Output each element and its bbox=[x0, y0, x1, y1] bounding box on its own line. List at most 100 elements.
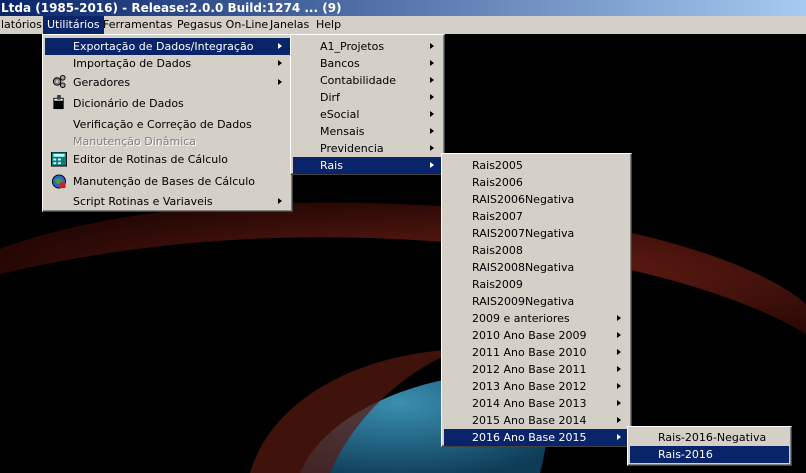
window-title: Ltda (1985-2016) - Release:2.0.0 Build:1… bbox=[1, 1, 342, 15]
menu-item-contabilidade[interactable]: Contabilidade bbox=[293, 72, 442, 89]
exportacao-submenu: A1_Projetos Bancos Contabilidade Dirf eS… bbox=[290, 34, 445, 175]
menu-item-rais2006[interactable]: Rais2006 bbox=[444, 174, 629, 191]
menu-item-label: Exportação de Dados/Integração bbox=[73, 40, 254, 53]
menu-item-rais-2016-negativa[interactable]: Rais-2016-Negativa bbox=[630, 429, 789, 446]
menu-item-manutencao-bases[interactable]: Manutenção de Bases de Cálculo bbox=[45, 172, 290, 192]
menu-item-rais2008negativa[interactable]: RAIS2008Negativa bbox=[444, 259, 629, 276]
menu-item-label: RAIS2006Negativa bbox=[472, 193, 575, 206]
submenu-arrow-icon bbox=[617, 383, 621, 389]
title-bar: Ltda (1985-2016) - Release:2.0.0 Build:1… bbox=[0, 0, 806, 16]
menu-item-2015-ano-base-2014[interactable]: 2015 Ano Base 2014 bbox=[444, 412, 629, 429]
menu-item-label: Rais2009 bbox=[472, 278, 523, 291]
menu-item-label: Rais2005 bbox=[472, 159, 523, 172]
menu-item-label: 2011 Ano Base 2010 bbox=[472, 346, 587, 359]
menu-item-rais2009negativa[interactable]: RAIS2009Negativa bbox=[444, 293, 629, 310]
ano-base-2015-submenu: Rais-2016-Negativa Rais-2016 bbox=[627, 426, 792, 466]
menu-item-2014-ano-base-2013[interactable]: 2014 Ano Base 2013 bbox=[444, 395, 629, 412]
menu-item-rais2005[interactable]: Rais2005 bbox=[444, 157, 629, 174]
menu-item-2013-ano-base-2012[interactable]: 2013 Ano Base 2012 bbox=[444, 378, 629, 395]
submenu-arrow-icon bbox=[430, 162, 434, 168]
menu-item-2016-ano-base-2015[interactable]: 2016 Ano Base 2015 bbox=[444, 429, 629, 446]
menu-item-rais2009[interactable]: Rais2009 bbox=[444, 276, 629, 293]
rais-submenu: Rais2005 Rais2006 RAIS2006Negativa Rais2… bbox=[441, 153, 632, 447]
calculator-editor-icon bbox=[51, 152, 67, 167]
menu-item-label: 2015 Ano Base 2014 bbox=[472, 414, 587, 427]
submenu-arrow-icon bbox=[617, 366, 621, 372]
menu-item-rais2006negativa[interactable]: RAIS2006Negativa bbox=[444, 191, 629, 208]
menu-item-dicionario[interactable]: Dicionário de Dados bbox=[45, 94, 290, 113]
menu-item-label: Rais2008 bbox=[472, 244, 523, 257]
menu-item-2010-ano-base-2009[interactable]: 2010 Ano Base 2009 bbox=[444, 327, 629, 344]
menu-item-geradores[interactable]: Geradores bbox=[45, 73, 290, 92]
menu-item-label: Verificação e Correção de Dados bbox=[73, 118, 252, 131]
menubar-relatorios[interactable]: latórios bbox=[0, 16, 46, 34]
submenu-arrow-icon bbox=[617, 315, 621, 321]
menu-item-verificacao[interactable]: Verificação e Correção de Dados bbox=[45, 116, 290, 133]
menubar-pegasus-online[interactable]: Pegasus On-Line bbox=[173, 16, 272, 34]
menu-item-label: eSocial bbox=[320, 108, 360, 121]
menubar-ferramentas[interactable]: Ferramentas bbox=[99, 16, 176, 34]
menu-item-bancos[interactable]: Bancos bbox=[293, 55, 442, 72]
menu-bar: latórios Utilitários Ferramentas Pegasus… bbox=[0, 16, 806, 34]
menu-item-rais2007[interactable]: Rais2007 bbox=[444, 208, 629, 225]
menu-item-label: Rais2007 bbox=[472, 210, 523, 223]
menu-item-2009-e-anteriores[interactable]: 2009 e anteriores bbox=[444, 310, 629, 327]
menu-item-label: Rais bbox=[320, 159, 343, 172]
menu-item-esocial[interactable]: eSocial bbox=[293, 106, 442, 123]
menu-item-label: Rais-2016-Negativa bbox=[658, 431, 767, 444]
menu-item-2011-ano-base-2010[interactable]: 2011 Ano Base 2010 bbox=[444, 344, 629, 361]
submenu-arrow-icon bbox=[617, 434, 621, 440]
menu-item-script-rotinas[interactable]: Script Rotinas e Variaveis bbox=[45, 193, 290, 210]
menu-item-a1-projetos[interactable]: A1_Projetos bbox=[293, 38, 442, 55]
menu-item-rais2007negativa[interactable]: RAIS2007Negativa bbox=[444, 225, 629, 242]
menu-item-editor-rotinas[interactable]: Editor de Rotinas de Cálculo bbox=[45, 150, 290, 170]
menubar-janelas[interactable]: Janelas bbox=[266, 16, 313, 34]
utilitarios-menu: Exportação de Dados/Integração Importaçã… bbox=[42, 34, 293, 212]
menu-item-label: 2010 Ano Base 2009 bbox=[472, 329, 587, 342]
menu-item-label: A1_Projetos bbox=[320, 40, 385, 53]
menu-item-label: Script Rotinas e Variaveis bbox=[73, 195, 213, 208]
menu-item-label: RAIS2009Negativa bbox=[472, 295, 575, 308]
menu-item-label: Dicionário de Dados bbox=[73, 97, 184, 110]
menu-item-label: Rais-2016 bbox=[658, 448, 713, 461]
menu-item-importacao[interactable]: Importação de Dados bbox=[45, 55, 290, 72]
menu-item-label: Previdencia bbox=[320, 142, 384, 155]
menu-item-rais2008[interactable]: Rais2008 bbox=[444, 242, 629, 259]
menubar-help[interactable]: Help bbox=[312, 16, 345, 34]
menu-item-rais[interactable]: Rais bbox=[293, 157, 442, 174]
menu-item-label: 2009 e anteriores bbox=[472, 312, 570, 325]
menu-item-label: Importação de Dados bbox=[73, 57, 192, 70]
menu-item-label: Manutenção Dinâmica bbox=[73, 135, 197, 148]
menu-item-label: 2012 Ano Base 2011 bbox=[472, 363, 587, 376]
submenu-arrow-icon bbox=[278, 43, 282, 49]
menu-item-label: RAIS2007Negativa bbox=[472, 227, 575, 240]
menu-item-rais-2016[interactable]: Rais-2016 bbox=[630, 446, 789, 463]
menu-item-label: Geradores bbox=[73, 76, 131, 89]
menu-item-manutencao-dinamica: Manutenção Dinâmica bbox=[45, 133, 290, 150]
submenu-arrow-icon bbox=[278, 60, 282, 66]
menu-item-exportacao[interactable]: Exportação de Dados/Integração bbox=[45, 38, 290, 55]
menu-item-label: Bancos bbox=[320, 57, 360, 70]
menu-item-2012-ano-base-2011[interactable]: 2012 Ano Base 2011 bbox=[444, 361, 629, 378]
menubar-utilitarios[interactable]: Utilitários bbox=[43, 16, 104, 34]
submenu-arrow-icon bbox=[617, 417, 621, 423]
submenu-arrow-icon bbox=[617, 332, 621, 338]
submenu-arrow-icon bbox=[278, 198, 282, 204]
menu-item-label: Contabilidade bbox=[320, 74, 397, 87]
menu-item-previdencia[interactable]: Previdencia bbox=[293, 140, 442, 157]
submenu-arrow-icon bbox=[430, 60, 434, 66]
submenu-arrow-icon bbox=[278, 79, 282, 85]
menu-item-label: 2013 Ano Base 2012 bbox=[472, 380, 587, 393]
menu-item-label: 2016 Ano Base 2015 bbox=[472, 431, 587, 444]
menu-item-label: Rais2006 bbox=[472, 176, 523, 189]
menu-item-label: Editor de Rotinas de Cálculo bbox=[73, 153, 229, 166]
menu-item-label: 2014 Ano Base 2013 bbox=[472, 397, 587, 410]
menu-item-dirf[interactable]: Dirf bbox=[293, 89, 442, 106]
globe-database-icon bbox=[51, 174, 67, 189]
submenu-arrow-icon bbox=[617, 349, 621, 355]
menu-item-label: RAIS2008Negativa bbox=[472, 261, 575, 274]
menu-item-label: Manutenção de Bases de Cálculo bbox=[73, 175, 256, 188]
submenu-arrow-icon bbox=[430, 94, 434, 100]
menu-item-label: Mensais bbox=[320, 125, 365, 138]
menu-item-mensais[interactable]: Mensais bbox=[293, 123, 442, 140]
